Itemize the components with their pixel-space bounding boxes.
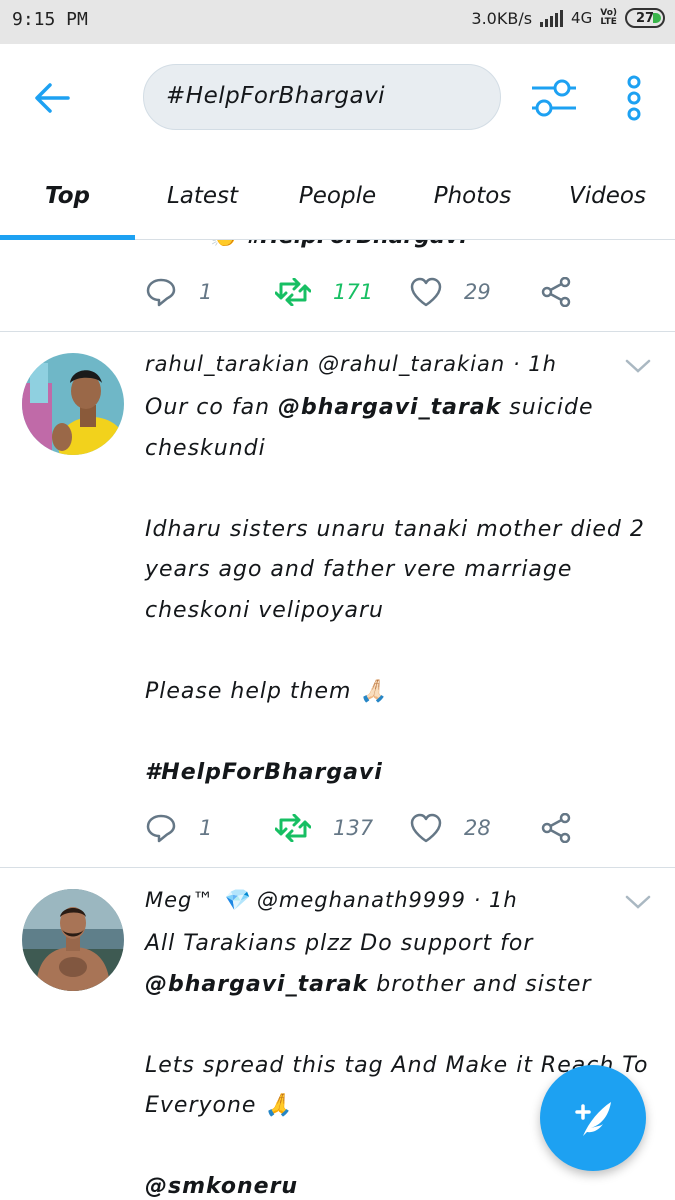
separator-dot: ·: [512, 352, 521, 376]
retweet-count: 171: [333, 280, 374, 304]
like-button[interactable]: 29: [410, 272, 491, 312]
like-button[interactable]: 28: [410, 808, 491, 848]
author-handle[interactable]: @rahul_tarakian: [318, 352, 505, 376]
status-time: 9:15 PM: [12, 9, 88, 30]
chevron-down-icon[interactable]: [624, 892, 652, 912]
share-button[interactable]: [540, 272, 572, 312]
tab-photos[interactable]: Photos: [405, 152, 540, 240]
like-count: 28: [464, 816, 491, 840]
separator-dot: ·: [473, 888, 482, 912]
tab-latest[interactable]: Latest: [135, 152, 270, 240]
tab-people[interactable]: People: [270, 152, 405, 240]
tweet-paragraph: Idharu sisters unaru tanaki mother died …: [145, 516, 645, 623]
avatar-image: [22, 889, 124, 991]
chevron-down-icon[interactable]: [624, 356, 652, 376]
avatar[interactable]: [22, 889, 124, 991]
reply-icon: [146, 278, 176, 307]
reply-icon: [146, 814, 176, 843]
sliders-icon: [532, 79, 576, 117]
reply-count: 1: [199, 816, 213, 840]
tweet-text: Our co fan @bhargavi_tarak suicide chesk…: [145, 388, 655, 793]
compose-tweet-button[interactable]: [540, 1065, 646, 1171]
mention-link[interactable]: @bhargavi_tarak: [278, 395, 501, 420]
search-input[interactable]: #HelpForBhargavi: [143, 64, 501, 130]
tweet-time: 1h: [489, 888, 518, 912]
compose-feather-icon: [575, 1102, 611, 1136]
retweet-icon: [275, 814, 311, 842]
author-handle[interactable]: @meghanath9999: [257, 888, 466, 912]
tweet-paragraph: All Tarakians plzz Do support for: [145, 931, 534, 956]
battery-icon: 27: [625, 8, 665, 28]
reply-button[interactable]: 1: [145, 272, 212, 312]
search-query: #HelpForBhargavi: [166, 83, 386, 109]
text-segment: brother and sister: [368, 971, 592, 997]
volte-bottom: LTE: [600, 17, 617, 27]
retweet-icon: [275, 278, 311, 306]
tweet[interactable]: rahul_tarakian @rahul_tarakian · 1h Our …: [0, 332, 675, 867]
back-button[interactable]: [30, 76, 74, 120]
retweet-button[interactable]: 171: [275, 272, 373, 312]
heart-icon: [410, 813, 442, 843]
network-speed: 3.0KB/s: [471, 8, 533, 28]
reply-button[interactable]: 1: [145, 808, 212, 848]
status-bar: 9:15 PM 3.0KB/s 4G Vo) LTE 27: [0, 0, 675, 44]
network-type: 4G: [571, 9, 593, 27]
search-tabs: Top Latest People Photos Videos: [0, 152, 675, 240]
share-button[interactable]: [540, 808, 572, 848]
tweet-time: 1h: [528, 352, 557, 376]
hashtag-link[interactable]: #HelpForBhargavi: [145, 760, 383, 785]
tweet-header: Meg™ 💎 @meghanath9999 · 1h: [145, 888, 518, 913]
partial-tweet-actions: 1 171 29: [145, 272, 605, 312]
author-name[interactable]: Meg™ 💎: [145, 888, 249, 912]
tweet-paragraph: Please help them 🙏🏻: [145, 678, 388, 704]
retweet-button[interactable]: 137: [275, 808, 373, 848]
mention-link[interactable]: @bhargavi_tarak: [145, 972, 368, 997]
status-indicators: 3.0KB/s 4G Vo) LTE 27: [471, 8, 665, 28]
tweet-paragraph: @bhargavi_tarak brother and sister: [145, 965, 655, 1006]
more-vertical-icon: [627, 75, 641, 121]
like-count: 29: [464, 280, 491, 304]
tweet-paragraph: Our co fan @bhargavi_tarak suicide chesk…: [145, 388, 655, 469]
search-filter-button[interactable]: [530, 74, 578, 122]
retweet-count: 137: [333, 816, 374, 840]
battery-level: 27: [635, 10, 655, 26]
signal-icon: [540, 9, 564, 27]
tab-top[interactable]: Top: [0, 152, 135, 240]
tweet-header: rahul_tarakian @rahul_tarakian · 1h: [145, 352, 557, 376]
avatar-image: [22, 353, 124, 455]
tweet-actions: 1 137 28: [145, 808, 605, 848]
partial-tweet-text: 👏 #HelpForBhargavi: [210, 240, 467, 249]
tweet-feed[interactable]: 👏 #HelpForBhargavi 1 171 29: [0, 240, 675, 1200]
share-icon: [541, 813, 571, 843]
avatar[interactable]: [22, 353, 124, 455]
share-icon: [541, 277, 571, 307]
text-segment: Our co fan: [145, 395, 279, 420]
mention-link[interactable]: @smkoneru: [145, 1174, 298, 1199]
tab-videos[interactable]: Videos: [540, 152, 675, 240]
more-options-button[interactable]: [620, 74, 648, 122]
search-header: #HelpForBhargavi: [0, 44, 675, 152]
heart-icon: [410, 277, 442, 307]
arrow-left-icon: [35, 83, 70, 113]
volte-icon: Vo) LTE: [600, 9, 617, 27]
author-name[interactable]: rahul_tarakian: [145, 352, 310, 376]
reply-count: 1: [199, 280, 213, 304]
